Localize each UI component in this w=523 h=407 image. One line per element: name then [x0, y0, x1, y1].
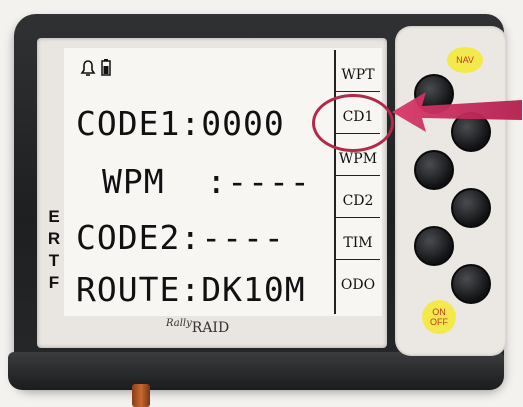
softkey-wpt[interactable]: WPT	[336, 50, 380, 92]
code2-row: CODE2:----	[76, 218, 285, 257]
status-icons	[78, 58, 118, 83]
on-off-button[interactable]: ON OFF	[422, 300, 456, 334]
nav-button[interactable]: NAV	[447, 47, 483, 73]
hw-button-cd2[interactable]	[451, 188, 491, 228]
route-value: DK10M	[201, 270, 306, 309]
on-label: ON	[432, 307, 446, 317]
wpm-label: WPM	[102, 162, 165, 201]
code2-value: ----	[201, 218, 285, 257]
wpm-value: ----	[227, 162, 311, 201]
hw-button-odo[interactable]	[451, 264, 491, 304]
code1-value: 0000	[201, 104, 285, 143]
brand-name: RAID	[191, 320, 230, 336]
side-letter-t: T	[48, 251, 60, 270]
route-label: ROUTE	[76, 270, 181, 309]
hw-button-tim[interactable]	[414, 226, 454, 266]
lcd-screen: CODE1:0000 WPM :---- CODE2:---- ROUTE:DK…	[64, 48, 382, 316]
code1-row: CODE1:0000	[76, 104, 285, 143]
softkey-column: WPT CD1 WPM CD2 TIM ODO	[334, 50, 380, 314]
route-row: ROUTE:DK10M	[76, 270, 306, 309]
hw-button-wpm[interactable]	[414, 150, 454, 190]
code2-label: CODE2	[76, 218, 181, 257]
softkey-cd2[interactable]: CD2	[336, 176, 380, 218]
device-base	[8, 352, 504, 390]
brand-script: Rally	[166, 318, 192, 329]
side-letter-f: F	[48, 273, 60, 292]
pointer-arrow-icon	[392, 92, 522, 132]
softkey-tim[interactable]: TIM	[336, 218, 380, 260]
softkey-odo[interactable]: ODO	[336, 260, 380, 302]
side-letter-r: R	[47, 229, 61, 248]
brand-logo: RallyRAID	[166, 318, 266, 336]
cable-connector	[132, 384, 150, 407]
battery-icon	[101, 59, 111, 76]
highlight-circle	[312, 94, 394, 152]
code1-label: CODE1	[76, 104, 181, 143]
bell-icon	[80, 60, 96, 76]
wpm-row: WPM :----	[102, 162, 311, 201]
side-letter-e: E	[48, 207, 60, 226]
side-letters: E R T F	[46, 206, 62, 294]
off-label: OFF	[430, 317, 448, 327]
